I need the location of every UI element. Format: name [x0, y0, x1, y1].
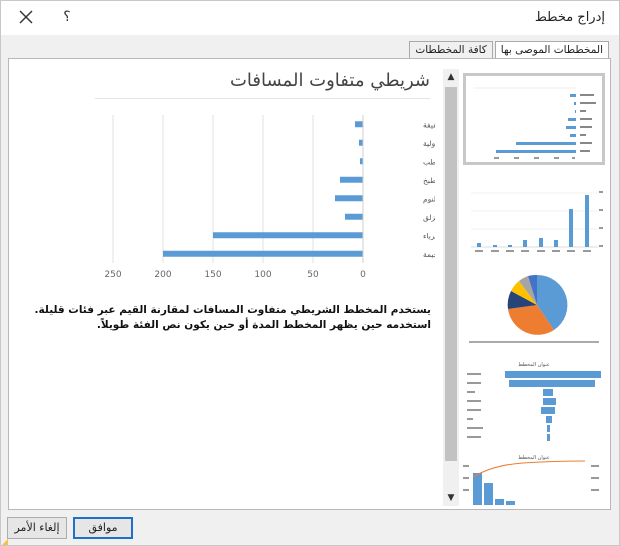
category-label: حطب [423, 157, 435, 166]
x-tick-label: 250 [104, 270, 121, 280]
resize-grip-icon[interactable] [2, 539, 8, 545]
funnel-thumbnail-image: عنوان المخطط [467, 362, 601, 441]
category-label: الزلق [423, 213, 435, 222]
pareto-thumbnail-title: عنوان المخطط [518, 455, 550, 461]
pie-thumbnail-image [469, 274, 599, 343]
bar [213, 232, 363, 239]
bar [340, 176, 363, 183]
x-tick-label: 200 [154, 270, 171, 280]
scroll-thumb[interactable] [445, 87, 457, 461]
bar [163, 250, 363, 257]
chart-tabs: المخططات الموصى بها كافة المخططات [407, 41, 609, 59]
tab-recommended-charts[interactable]: المخططات الموصى بها [494, 41, 609, 59]
clustered-bar-thumbnail-image [466, 76, 602, 162]
bar [345, 213, 363, 220]
close-button[interactable] [15, 6, 37, 28]
scroll-down-arrow-icon[interactable]: ▼ [443, 490, 459, 506]
thumbnail-funnel[interactable]: عنوان المخطط [463, 357, 605, 449]
thumbnail-clustered-column[interactable] [463, 177, 605, 259]
x-tick-label: 50 [307, 270, 319, 280]
insert-chart-dialog: إدراج مخطط ؟ المخططات الموصى بها كافة ال… [0, 0, 620, 546]
preview-bar-chart: 0 50 100 150 200 250 وحدات خفيفة عدة إسعافات أو… [104, 115, 435, 280]
funnel-thumbnail-title: عنوان المخطط [518, 362, 550, 368]
thumbnail-clustered-bar[interactable] [463, 73, 605, 165]
thumbnail-list: ▲ ▼ عنوان المخطط عنوان المخطط [443, 69, 609, 506]
ok-button[interactable]: موافق [73, 517, 133, 539]
x-tick-label: 0 [360, 270, 366, 280]
thumbnail-pie[interactable] [463, 267, 605, 349]
x-tick-label: 150 [204, 270, 221, 280]
category-label: مولد كهرباء [423, 231, 435, 240]
bar [335, 195, 363, 202]
bar [355, 121, 363, 128]
help-button[interactable]: ؟ [57, 6, 77, 28]
chart-preview: شريطي متفاوت المسافات 050100150200250وحد… [15, 67, 435, 297]
category-label: الخيمة [423, 250, 435, 259]
thumbnail-pareto[interactable]: عنوان المخطط [463, 453, 605, 505]
thumbnail-scrollbar[interactable]: ▲ ▼ [443, 69, 459, 506]
pareto-thumbnail-image: عنوان المخطط [463, 455, 599, 505]
title-bar: إدراج مخطط ؟ [1, 1, 619, 35]
scroll-up-arrow-icon[interactable]: ▲ [443, 69, 459, 85]
cancel-button[interactable]: إلغاء الأمر [7, 517, 67, 539]
category-label: معدات طبخ [423, 176, 435, 185]
category-label: حقائب للنوم [423, 194, 435, 203]
chart-description: يستخدم المخطط الشريطي متفاوت المسافات لم… [34, 304, 431, 331]
dialog-title: إدراج مخطط [534, 10, 605, 25]
x-tick-label: 100 [254, 270, 271, 280]
content-panel: ▲ ▼ عنوان المخطط عنوان المخطط شريطي متفا… [8, 58, 611, 510]
category-label: عدة إسعافات أولية [423, 138, 435, 148]
clustered-column-thumbnail-image [471, 191, 603, 252]
close-icon [19, 10, 33, 24]
category-label: وحدات خفيفة [423, 120, 435, 129]
tab-all-charts[interactable]: كافة المخططات [409, 41, 493, 59]
bar [359, 139, 363, 146]
